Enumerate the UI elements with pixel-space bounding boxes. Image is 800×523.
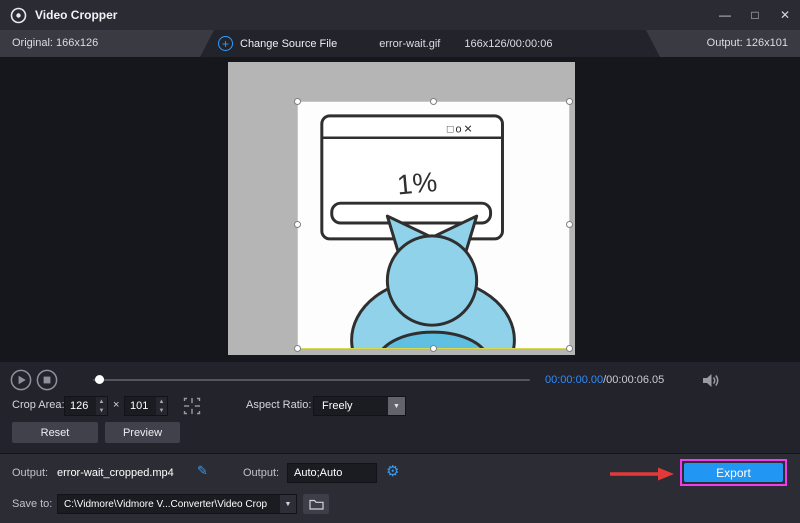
titlebar: Video Cropper — □ ✕ bbox=[0, 0, 800, 30]
crop-width-spinner-down-icon[interactable]: ▼ bbox=[96, 406, 107, 415]
change-source-label: Change Source File bbox=[240, 38, 337, 50]
crop-height-value: 101 bbox=[125, 397, 156, 415]
save-path-value: C:\Vidmore\Vidmore V...Converter\Video C… bbox=[58, 499, 280, 510]
aspect-ratio-label: Aspect Ratio: bbox=[246, 399, 311, 411]
crop-handle-bottom-right[interactable] bbox=[566, 345, 573, 352]
crop-handle-middle-left[interactable] bbox=[294, 221, 301, 228]
crop-handle-top-right[interactable] bbox=[566, 98, 573, 105]
add-source-icon: + bbox=[218, 36, 233, 51]
output-filename: error-wait_cropped.mp4 bbox=[57, 467, 174, 479]
current-time: 00:00:00.00 bbox=[545, 374, 603, 386]
output-panel: Output: error-wait_cropped.mp4 ✎ Output:… bbox=[0, 453, 800, 523]
window-title: Video Cropper bbox=[35, 8, 117, 22]
output-format-input[interactable]: Auto;Auto bbox=[287, 463, 377, 483]
preview-area: □o✕ 1% bbox=[0, 57, 800, 362]
browse-folder-button[interactable] bbox=[303, 494, 329, 514]
folder-icon bbox=[309, 498, 324, 510]
volume-icon[interactable] bbox=[701, 372, 721, 392]
crop-width-value: 126 bbox=[65, 397, 96, 415]
annotation-arrow-icon bbox=[608, 465, 676, 486]
cartoon-window-controls: □o✕ bbox=[447, 124, 475, 136]
stop-button[interactable] bbox=[36, 369, 58, 391]
edit-filename-icon[interactable]: ✎ bbox=[197, 463, 208, 479]
preview-button[interactable]: Preview bbox=[105, 422, 180, 443]
aspect-ratio-dropdown[interactable]: Freely ▼ bbox=[313, 396, 406, 416]
timeline-thumb[interactable] bbox=[95, 375, 104, 384]
aspect-ratio-value: Freely bbox=[314, 400, 388, 412]
reset-button[interactable]: Reset bbox=[12, 422, 98, 443]
total-time: /00:00:06.05 bbox=[603, 374, 664, 386]
video-cropper-window: Video Cropper — □ ✕ Original: 166x126 + … bbox=[0, 0, 800, 523]
crop-handle-middle-right[interactable] bbox=[566, 221, 573, 228]
save-path-dropdown[interactable]: C:\Vidmore\Vidmore V...Converter\Video C… bbox=[57, 494, 297, 514]
crop-width-spinner-up-icon[interactable]: ▲ bbox=[96, 397, 107, 406]
chevron-down-icon: ▼ bbox=[388, 397, 405, 415]
output-size-label: Output: 126x101 bbox=[707, 37, 788, 49]
crop-handle-top-center[interactable] bbox=[430, 98, 437, 105]
output-format-value: Auto;Auto bbox=[294, 467, 342, 479]
save-to-label: Save to: bbox=[12, 498, 52, 510]
output-settings-gear-icon[interactable]: ⚙ bbox=[386, 462, 399, 480]
crop-height-spinner-down-icon[interactable]: ▼ bbox=[156, 406, 167, 415]
source-dimensions-duration: 166x126/00:00:06 bbox=[464, 38, 552, 50]
crop-height-spinner: ▲ ▼ bbox=[156, 397, 167, 415]
video-preview-frame: □o✕ 1% bbox=[228, 62, 575, 355]
crop-handle-bottom-left[interactable] bbox=[294, 345, 301, 352]
center-crop-button[interactable] bbox=[181, 395, 203, 417]
crop-selection[interactable]: □o✕ 1% bbox=[297, 101, 570, 349]
video-frame-image: □o✕ 1% bbox=[298, 102, 569, 348]
crop-settings-row: Crop Area: 126 ▲ ▼ × 101 ▲ ▼ Aspect Rati… bbox=[0, 394, 800, 420]
cartoon-progress-text: 1% bbox=[396, 166, 439, 200]
crop-area-label: Crop Area: bbox=[12, 399, 65, 411]
window-controls: — □ ✕ bbox=[710, 0, 800, 30]
crop-width-spinner: ▲ ▼ bbox=[96, 397, 107, 415]
minimize-button[interactable]: — bbox=[710, 0, 740, 30]
playback-controls: 00:00:00.00/00:00:06.05 bbox=[0, 366, 800, 394]
export-button[interactable]: Export bbox=[684, 463, 783, 482]
crop-height-spinner-up-icon[interactable]: ▲ bbox=[156, 397, 167, 406]
crop-handle-bottom-center[interactable] bbox=[430, 345, 437, 352]
output-label: Output: bbox=[12, 467, 48, 479]
multiply-sign: × bbox=[113, 399, 119, 411]
crop-width-input[interactable]: 126 ▲ ▼ bbox=[64, 396, 108, 416]
play-button[interactable] bbox=[10, 369, 32, 391]
source-info-tab: + Change Source File error-wait.gif 166x… bbox=[200, 30, 660, 57]
change-source-file-button[interactable]: + Change Source File bbox=[218, 36, 337, 51]
action-buttons-row: Reset Preview bbox=[0, 422, 800, 444]
maximize-button[interactable]: □ bbox=[740, 0, 770, 30]
source-filename: error-wait.gif bbox=[379, 38, 440, 50]
crop-height-input[interactable]: 101 ▲ ▼ bbox=[124, 396, 168, 416]
info-bar: Original: 166x126 + Change Source File e… bbox=[0, 30, 800, 57]
close-button[interactable]: ✕ bbox=[770, 0, 800, 30]
annotation-highlight-box: Export bbox=[680, 459, 787, 486]
output-format-label: Output: bbox=[243, 467, 279, 479]
crop-handle-top-left[interactable] bbox=[294, 98, 301, 105]
timeline-slider[interactable] bbox=[93, 379, 530, 381]
save-path-chevron-down-icon: ▼ bbox=[280, 495, 296, 513]
original-size-label: Original: 166x126 bbox=[12, 37, 98, 49]
app-logo-icon bbox=[10, 7, 27, 24]
time-display: 00:00:00.00/00:00:06.05 bbox=[545, 374, 664, 386]
